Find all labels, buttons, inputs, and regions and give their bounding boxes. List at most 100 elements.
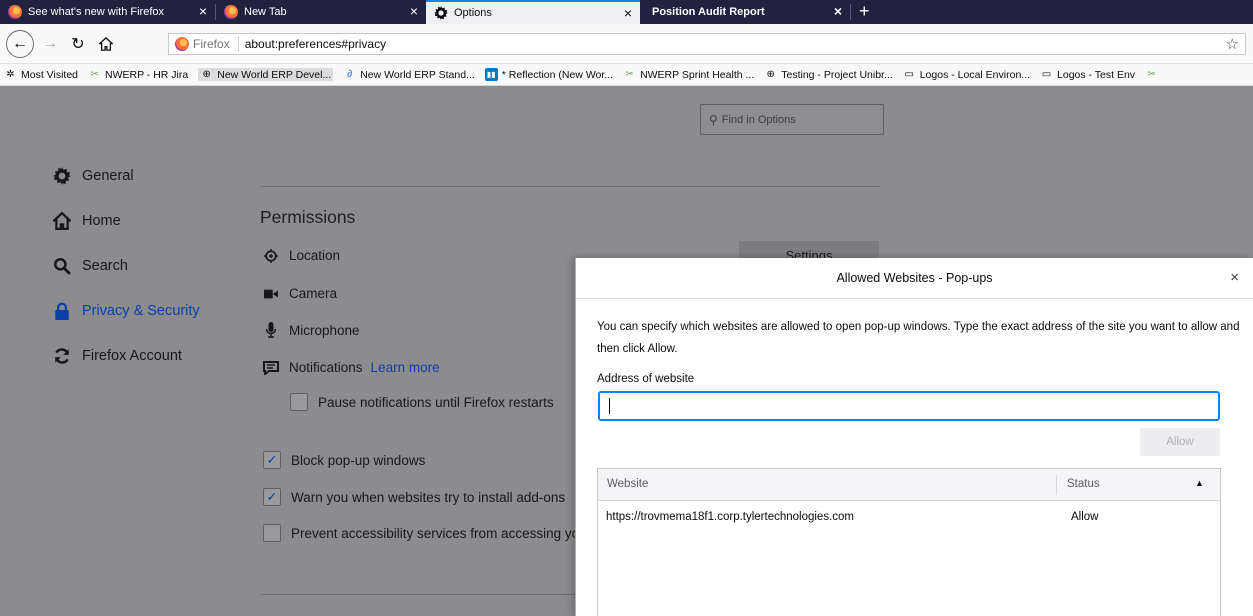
- bookmark-label: Logos - Local Environ...: [919, 68, 1031, 81]
- bookmark-sprint-health[interactable]: ✂ NWERP Sprint Health ...: [623, 68, 754, 81]
- address-label: Address of website: [597, 373, 695, 385]
- permission-microphone: Microphone: [262, 322, 360, 338]
- bookmark-logos-test[interactable]: ▭ Logos - Test Env: [1040, 68, 1135, 81]
- permission-camera: Camera: [262, 286, 337, 301]
- home-icon: [52, 211, 72, 231]
- url-bar[interactable]: Firefox about:preferences#privacy ☆: [168, 33, 1246, 55]
- lock-icon: [52, 301, 72, 321]
- checkbox-label: Warn you when websites try to install ad…: [291, 489, 566, 505]
- bookmark-label: * Reflection (New Wor...: [501, 68, 614, 81]
- tab-new-tab[interactable]: New Tab ×: [216, 0, 426, 24]
- warn-addons-checkbox[interactable]: ✓: [263, 488, 281, 506]
- checkmark-icon: ✓: [266, 489, 278, 504]
- category-label: Search: [82, 258, 128, 274]
- tab-strip: See what's new with Firefox × New Tab × …: [0, 0, 1253, 24]
- close-tab-icon[interactable]: ×: [834, 4, 842, 18]
- dialog-header: Allowed Websites - Pop-ups ×: [576, 258, 1253, 299]
- notification-icon: [262, 360, 280, 375]
- address-input[interactable]: [598, 391, 1220, 421]
- tab-title: Position Audit Report: [652, 6, 765, 18]
- identity-box[interactable]: Firefox: [169, 36, 239, 52]
- bookmark-most-visited[interactable]: ✲ Most Visited: [4, 68, 78, 81]
- column-divider: [1056, 475, 1057, 495]
- close-tab-icon[interactable]: ×: [410, 4, 418, 18]
- category-label: Privacy & Security: [82, 303, 200, 319]
- category-firefox-account[interactable]: Firefox Account: [52, 346, 182, 366]
- row-website: https://trovmema18f1.corp.tylertechnolog…: [606, 511, 855, 523]
- block-popups-checkbox[interactable]: ✓: [263, 451, 281, 469]
- sort-ascending-icon[interactable]: ▲: [1195, 478, 1204, 488]
- column-website[interactable]: Website: [607, 478, 648, 490]
- url-text[interactable]: about:preferences#privacy: [239, 37, 386, 51]
- tab-options[interactable]: Options ×: [426, 0, 640, 24]
- back-button[interactable]: ←: [6, 30, 34, 58]
- search-icon: ⚲: [709, 112, 718, 127]
- bookmark-star-icon[interactable]: ☆: [1226, 35, 1239, 53]
- bookmark-reflection[interactable]: ▮▮ * Reflection (New Wor...: [484, 68, 614, 81]
- prevent-accessibility-checkbox[interactable]: [263, 524, 281, 542]
- new-tab-button[interactable]: +: [851, 0, 878, 24]
- tab-title: Options: [454, 7, 492, 19]
- jira-icon: ✂: [1147, 69, 1156, 80]
- microphone-icon: [262, 322, 280, 338]
- permission-label: Microphone: [289, 322, 360, 338]
- bookmark-logos-local[interactable]: ▭ Logos - Local Environ...: [903, 68, 1030, 81]
- tab-position-audit[interactable]: Position Audit Report ×: [640, 0, 850, 24]
- dialog-title: Allowed Websites - Pop-ups: [836, 271, 993, 285]
- arrow-left-icon: ←: [12, 35, 28, 52]
- close-icon[interactable]: ×: [1230, 269, 1239, 286]
- firefox-icon: [8, 5, 22, 19]
- bookmark-hr-jira[interactable]: ✂ NWERP - HR Jira: [88, 68, 188, 81]
- bookmark-erp-devel[interactable]: ⊕ New World ERP Devel...: [198, 68, 334, 81]
- category-label: Firefox Account: [82, 348, 182, 364]
- bookmark-overflow[interactable]: ✂: [1145, 68, 1162, 81]
- bookmark-label: NWERP Sprint Health ...: [640, 68, 755, 81]
- home-button[interactable]: [94, 32, 118, 56]
- folder-icon: ▭: [1041, 69, 1052, 80]
- location-icon: [262, 248, 280, 263]
- gear-icon: ✲: [6, 69, 15, 80]
- globe-icon: ⊕: [202, 69, 211, 80]
- block-popups-row[interactable]: ✓ Block pop-up windows: [263, 451, 425, 469]
- reload-button[interactable]: ↻: [66, 32, 90, 56]
- bookmark-label: Most Visited: [21, 68, 78, 81]
- bookmark-label: Logos - Test Env: [1057, 68, 1136, 81]
- pause-notifications-checkbox[interactable]: [290, 393, 308, 411]
- category-home[interactable]: Home: [52, 211, 121, 231]
- folder-icon: ▭: [904, 69, 914, 80]
- category-general[interactable]: General: [52, 166, 134, 186]
- firefox-icon: [224, 5, 238, 19]
- jira-icon: ✂: [625, 69, 634, 80]
- find-placeholder: Find in Options: [721, 113, 796, 126]
- permission-label: Location: [289, 248, 341, 263]
- bookmark-erp-stand[interactable]: ∂ New World ERP Stand...: [343, 68, 475, 81]
- checkbox-label: Pause notifications until Firefox restar…: [318, 394, 554, 410]
- pause-notifications-row[interactable]: Pause notifications until Firefox restar…: [290, 393, 554, 411]
- table-row[interactable]: https://trovmema18f1.corp.tylertechnolog…: [598, 507, 1220, 531]
- category-label: Home: [82, 213, 121, 229]
- table-header: Website Status ▲: [598, 469, 1220, 501]
- warn-addons-row[interactable]: ✓ Warn you when websites try to install …: [263, 488, 565, 506]
- section-divider: [260, 594, 580, 595]
- category-search[interactable]: Search: [52, 256, 128, 276]
- tab-whats-new[interactable]: See what's new with Firefox ×: [0, 0, 215, 24]
- find-in-options-input[interactable]: ⚲ Find in Options: [700, 104, 884, 135]
- globe-icon: ⊕: [766, 69, 775, 80]
- tab-title: See what's new with Firefox: [28, 6, 164, 18]
- trello-icon: ▮▮: [484, 68, 498, 81]
- allowed-websites-dialog: Allowed Websites - Pop-ups × You can spe…: [575, 258, 1253, 616]
- sync-icon: [52, 346, 72, 366]
- bookmark-testing[interactable]: ⊕ Testing - Project Unibr...: [764, 68, 893, 81]
- close-tab-icon[interactable]: ×: [199, 4, 207, 18]
- reload-icon: ↻: [71, 36, 85, 53]
- bookmarks-toolbar: ✲ Most Visited ✂ NWERP - HR Jira ⊕ New W…: [0, 64, 1253, 86]
- forward-button[interactable]: →: [38, 32, 62, 56]
- gear-icon: [434, 6, 448, 20]
- checkbox-label: Block pop-up windows: [291, 452, 426, 468]
- confluence-icon: ∂: [347, 69, 353, 80]
- category-privacy-security[interactable]: Privacy & Security: [52, 301, 200, 321]
- column-status[interactable]: Status: [1067, 478, 1100, 490]
- allow-button[interactable]: Allow: [1140, 428, 1220, 456]
- learn-more-link[interactable]: Learn more: [371, 360, 440, 375]
- close-tab-icon[interactable]: ×: [624, 6, 632, 20]
